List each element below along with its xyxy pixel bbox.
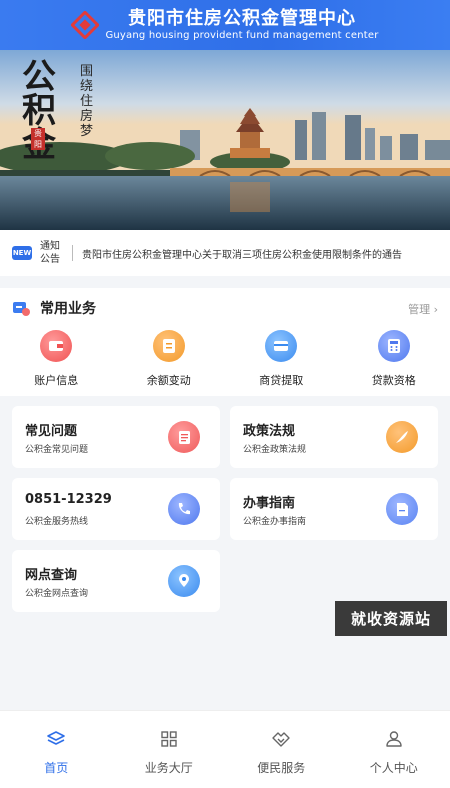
tab-convenience-services[interactable]: 便民服务 bbox=[225, 711, 338, 788]
manage-link[interactable]: 管理 › bbox=[408, 301, 438, 317]
card-icon bbox=[265, 330, 298, 362]
card-outlet-search[interactable]: 网点查询 公积金网点查询 bbox=[12, 550, 220, 612]
person-icon bbox=[386, 731, 402, 747]
grid-icon bbox=[161, 731, 177, 747]
card-subtitle: 公积金政策法规 bbox=[243, 445, 307, 455]
banner-cityscape-image bbox=[0, 50, 450, 230]
notice-divider bbox=[72, 245, 73, 261]
document-icon bbox=[168, 421, 200, 453]
new-badge: NEW bbox=[12, 246, 32, 260]
header-brand: 贵阳市住房公积金管理中心 Guyang housing provident fu… bbox=[71, 7, 379, 42]
card-guide[interactable]: 办事指南 公积金办事指南 bbox=[230, 478, 438, 540]
card-subtitle: 公积金网点查询 bbox=[25, 589, 89, 599]
card-title: 常见问题 bbox=[25, 424, 78, 439]
handshake-icon bbox=[272, 732, 290, 747]
card-title: 办事指南 bbox=[243, 496, 296, 511]
home-layers-icon bbox=[47, 731, 66, 745]
card-title: 0851-12329 bbox=[25, 492, 112, 507]
calculator-icon bbox=[377, 330, 410, 362]
card-policies[interactable]: 政策法规 公积金政策法规 bbox=[230, 406, 438, 468]
quick-actions: 账户信息 余额变动 商贷提取 贷款资格 bbox=[0, 330, 450, 388]
card-subtitle: 公积金办事指南 bbox=[243, 517, 307, 527]
quick-loan-eligibility[interactable]: 贷款资格 bbox=[338, 330, 450, 388]
hero-banner[interactable]: 公积金 贵阳 围绕住房梦 bbox=[0, 50, 450, 230]
watermark-badge: 就收资源站 bbox=[335, 601, 447, 636]
quick-commercial-loan-withdraw[interactable]: 商贷提取 bbox=[225, 330, 338, 388]
manage-label: 管理 bbox=[408, 303, 431, 316]
tab-business-hall[interactable]: 业务大厅 bbox=[113, 711, 226, 788]
card-hotline[interactable]: 0851-12329 公积金服务热线 bbox=[12, 478, 220, 540]
app-title: 贵阳市住房公积金管理中心 bbox=[127, 7, 356, 29]
tab-personal-center[interactable]: 个人中心 bbox=[338, 711, 450, 788]
app-subtitle: Guyang housing provident fund management… bbox=[105, 29, 379, 41]
quick-label: 账户信息 bbox=[34, 374, 79, 387]
feather-icon bbox=[386, 421, 418, 453]
balance-icon bbox=[152, 330, 185, 362]
app-header: 贵阳市住房公积金管理中心 Guyang housing provident fu… bbox=[0, 0, 450, 50]
card-title: 政策法规 bbox=[243, 424, 296, 439]
file-icon bbox=[386, 493, 418, 525]
chevron-right-icon: › bbox=[433, 303, 438, 316]
tab-label: 首页 bbox=[44, 761, 69, 775]
tab-label: 个人中心 bbox=[369, 761, 418, 775]
common-services-section: 常用业务 管理 › 账户信息 余额变动 商贷提取 贷款资格 bbox=[0, 288, 450, 396]
banner-slogan: 围绕住房梦 bbox=[80, 64, 94, 139]
card-subtitle: 公积金服务热线 bbox=[25, 517, 89, 527]
notice-label: 通知公告 bbox=[40, 241, 60, 265]
notice-bar[interactable]: NEW 通知公告 贵阳市住房公积金管理中心关于取消三项住房公积金使用限制条件的通… bbox=[0, 230, 450, 276]
tab-label: 业务大厅 bbox=[144, 761, 193, 775]
location-icon bbox=[168, 565, 200, 597]
tab-label: 便民服务 bbox=[257, 761, 306, 775]
common-services-header: 常用业务 bbox=[12, 298, 96, 318]
phone-icon bbox=[168, 493, 200, 525]
tab-home[interactable]: 首页 bbox=[0, 711, 113, 788]
card-title: 网点查询 bbox=[25, 568, 78, 583]
quick-balance-change[interactable]: 余额变动 bbox=[113, 330, 226, 388]
quick-account-info[interactable]: 账户信息 bbox=[0, 330, 113, 388]
banner-seal: 贵阳 bbox=[31, 128, 45, 150]
notice-text[interactable]: 贵阳市住房公积金管理中心关于取消三项住房公积金使用限制条件的通告 bbox=[82, 246, 402, 261]
quick-label: 余额变动 bbox=[146, 374, 191, 387]
common-services-title: 常用业务 bbox=[40, 301, 96, 317]
services-icon bbox=[13, 302, 30, 316]
bottom-tab-bar: 首页 业务大厅 便民服务 个人中心 bbox=[0, 710, 450, 788]
card-faq[interactable]: 常见问题 公积金常见问题 bbox=[12, 406, 220, 468]
wallet-icon bbox=[40, 330, 73, 362]
quick-label: 商贷提取 bbox=[259, 374, 304, 387]
card-subtitle: 公积金常见问题 bbox=[25, 445, 89, 455]
quick-label: 贷款资格 bbox=[371, 374, 416, 387]
provident-fund-logo-icon bbox=[71, 11, 100, 39]
